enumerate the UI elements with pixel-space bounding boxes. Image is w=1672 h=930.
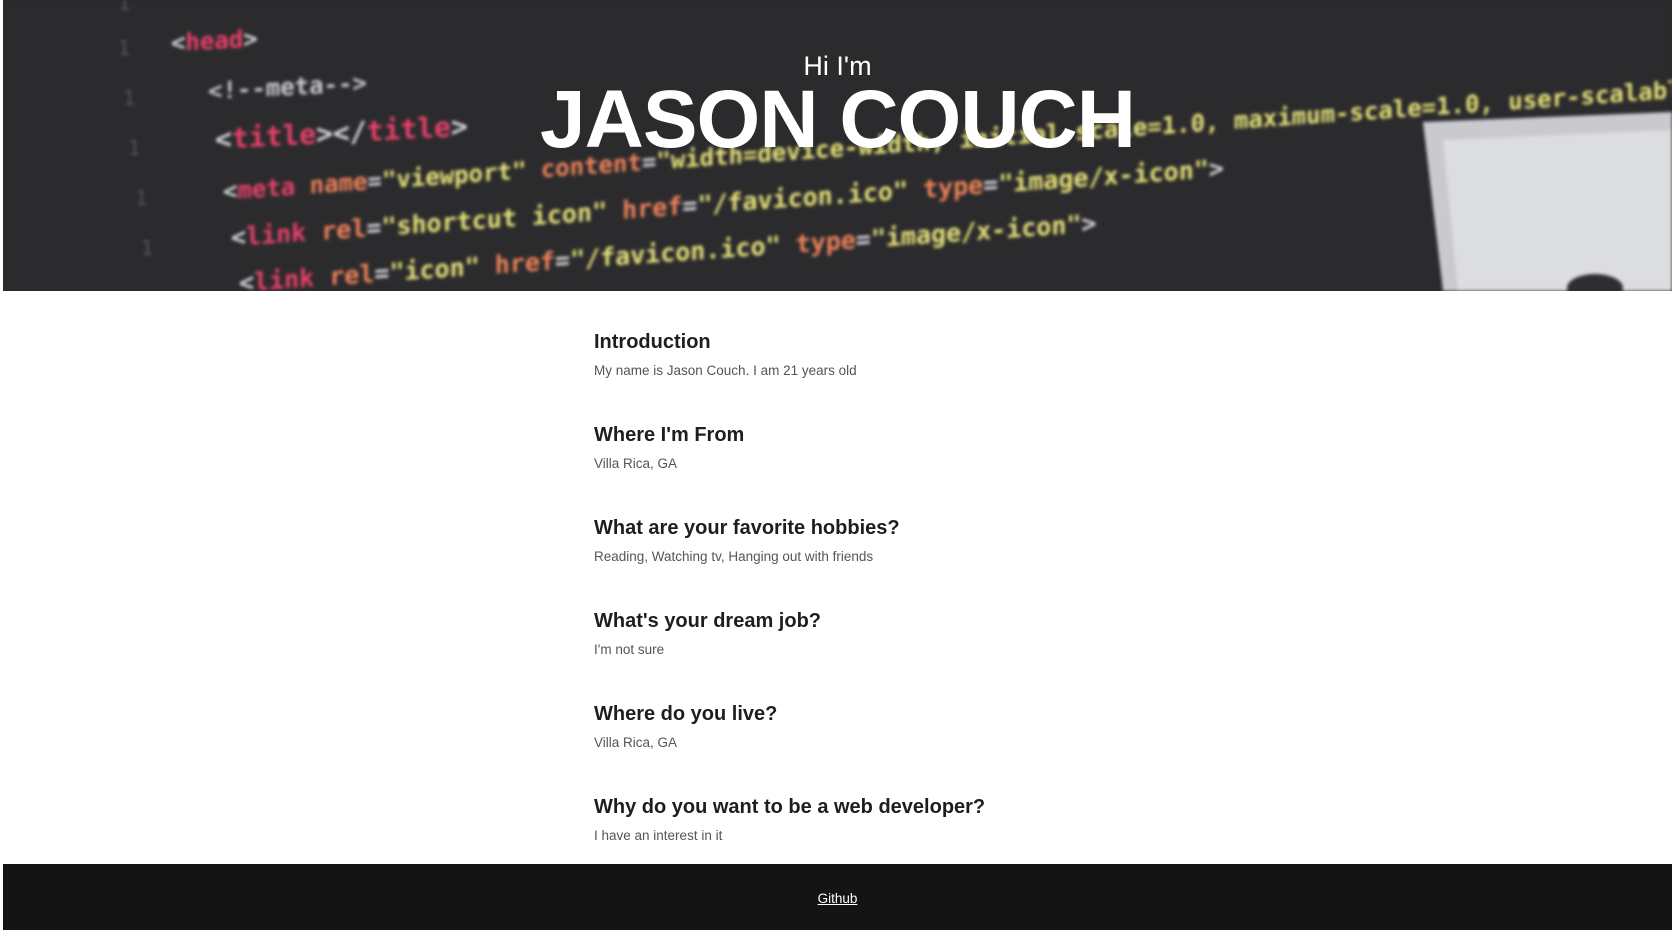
section-introduction: Introduction My name is Jason Couch. I a… [594,325,1194,418]
section-heading: What's your dream job? [594,610,822,632]
section-where-from: Where I'm From Villa Rica, GA [594,418,1194,511]
section-heading: Where do you live? [594,703,778,725]
section-heading: Introduction [594,331,711,353]
about-content: Introduction My name is Jason Couch. I a… [594,325,1194,883]
footer: Github [3,864,1672,930]
section-heading: Where I'm From [594,424,745,446]
svg-text:1: 1 [141,236,153,260]
section-where-live: Where do you live? Villa Rica, GA [594,697,1194,790]
svg-text:1: 1 [135,186,147,210]
hero-name: JASON COUCH [540,74,1136,165]
section-dream-job: What's your dream job? I'm not sure [594,604,1194,697]
section-text: I have an interest in it [594,828,723,843]
section-text: My name is Jason Couch. I am 21 years ol… [594,363,857,378]
section-text: Reading, Watching tv, Hanging out with f… [594,549,874,564]
section-heading: Why do you want to be a web developer? [594,796,986,818]
page: 1 1 1 1 1 1 <head> <!--meta--> <title></… [3,0,1672,930]
section-text: Villa Rica, GA [594,456,678,471]
section-text: Villa Rica, GA [594,735,678,750]
hero-banner: 1 1 1 1 1 1 <head> <!--meta--> <title></… [3,0,1672,291]
section-text: I'm not sure [594,642,665,657]
section-heading: What are your favorite hobbies? [594,517,900,539]
svg-text:1: 1 [118,0,130,15]
github-link[interactable]: Github [818,891,858,907]
section-hobbies: What are your favorite hobbies? Reading,… [594,511,1194,604]
